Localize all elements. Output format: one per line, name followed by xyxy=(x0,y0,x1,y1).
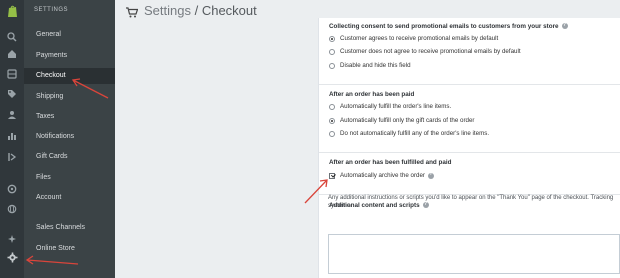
paid-section-title: After an order has been paid xyxy=(329,91,415,98)
sidebar-item-shipping[interactable]: Shipping xyxy=(36,93,63,100)
globe-icon[interactable] xyxy=(4,202,20,216)
sidebar-item-files[interactable]: Files xyxy=(36,174,51,181)
search-icon[interactable] xyxy=(4,30,20,44)
cart-icon xyxy=(126,5,139,23)
home-icon[interactable] xyxy=(4,47,20,61)
consent-option-disagree[interactable]: Customer does not agree to receive promo… xyxy=(329,47,521,56)
additional-scripts-description: Any additional instructions or scripts y… xyxy=(328,195,614,209)
help-icon[interactable] xyxy=(561,22,568,30)
breadcrumb-settings[interactable]: Settings xyxy=(144,3,191,18)
sidebar-item-account[interactable]: Account xyxy=(36,194,61,201)
paid-option-fulfill-all[interactable]: Automatically fulfill the order's line i… xyxy=(329,102,451,111)
settings-sidebar: SETTINGS General Payments Checkout Shipp… xyxy=(24,0,115,278)
consent-section-title: Collecting consent to send promotional e… xyxy=(329,22,568,30)
sidebar-item-sales-channels[interactable]: Sales Channels xyxy=(36,224,85,231)
help-icon[interactable] xyxy=(427,171,434,179)
radio-button[interactable] xyxy=(329,103,335,110)
radio-button[interactable] xyxy=(329,117,335,124)
paid-option-no-fulfill[interactable]: Do not automatically fulfill any of the … xyxy=(329,129,489,138)
breadcrumb-separator: / xyxy=(190,3,202,18)
breadcrumb-current: Checkout xyxy=(201,3,257,18)
sidebar-heading: SETTINGS xyxy=(34,7,69,13)
radio-button[interactable] xyxy=(329,35,335,42)
section-divider xyxy=(319,84,620,85)
sidebar-item-checkout[interactable]: Checkout xyxy=(24,68,115,84)
consent-option-agree[interactable]: Customer agrees to receive promotional e… xyxy=(329,34,498,43)
sidebar-item-online-store[interactable]: Online Store xyxy=(36,245,75,252)
apps-icon[interactable] xyxy=(4,182,20,196)
customers-icon[interactable] xyxy=(4,108,20,122)
tag-icon[interactable] xyxy=(4,87,20,101)
orders-icon[interactable] xyxy=(4,67,20,81)
reports-icon[interactable] xyxy=(4,129,20,143)
sidebar-item-general[interactable]: General xyxy=(36,31,61,38)
radio-button[interactable] xyxy=(329,48,335,55)
archive-order-option[interactable]: Automatically archive the order xyxy=(329,171,434,180)
consent-option-disable[interactable]: Disable and hide this field xyxy=(329,61,411,70)
page-title: Settings / Checkout xyxy=(144,3,257,18)
paid-option-fulfill-gift-cards[interactable]: Automatically fulfill only the gift card… xyxy=(329,116,474,125)
shopify-logo-icon[interactable] xyxy=(4,4,20,18)
sidebar-item-payments[interactable]: Payments xyxy=(36,52,67,59)
sidebar-item-gift-cards[interactable]: Gift Cards xyxy=(36,153,68,160)
app-icon-rail xyxy=(0,0,24,278)
settings-icon[interactable] xyxy=(4,250,20,264)
online-store-icon[interactable] xyxy=(4,232,20,246)
fulfilled-section-title: After an order has been fulfilled and pa… xyxy=(329,159,452,166)
discounts-icon[interactable] xyxy=(4,150,20,164)
archive-order-checkbox[interactable] xyxy=(329,172,335,179)
section-divider xyxy=(319,152,620,153)
radio-button[interactable] xyxy=(329,62,335,69)
radio-button[interactable] xyxy=(329,130,335,137)
additional-scripts-textarea[interactable] xyxy=(328,234,620,274)
sidebar-item-taxes[interactable]: Taxes xyxy=(36,113,54,120)
sidebar-item-notifications[interactable]: Notifications xyxy=(36,133,74,140)
